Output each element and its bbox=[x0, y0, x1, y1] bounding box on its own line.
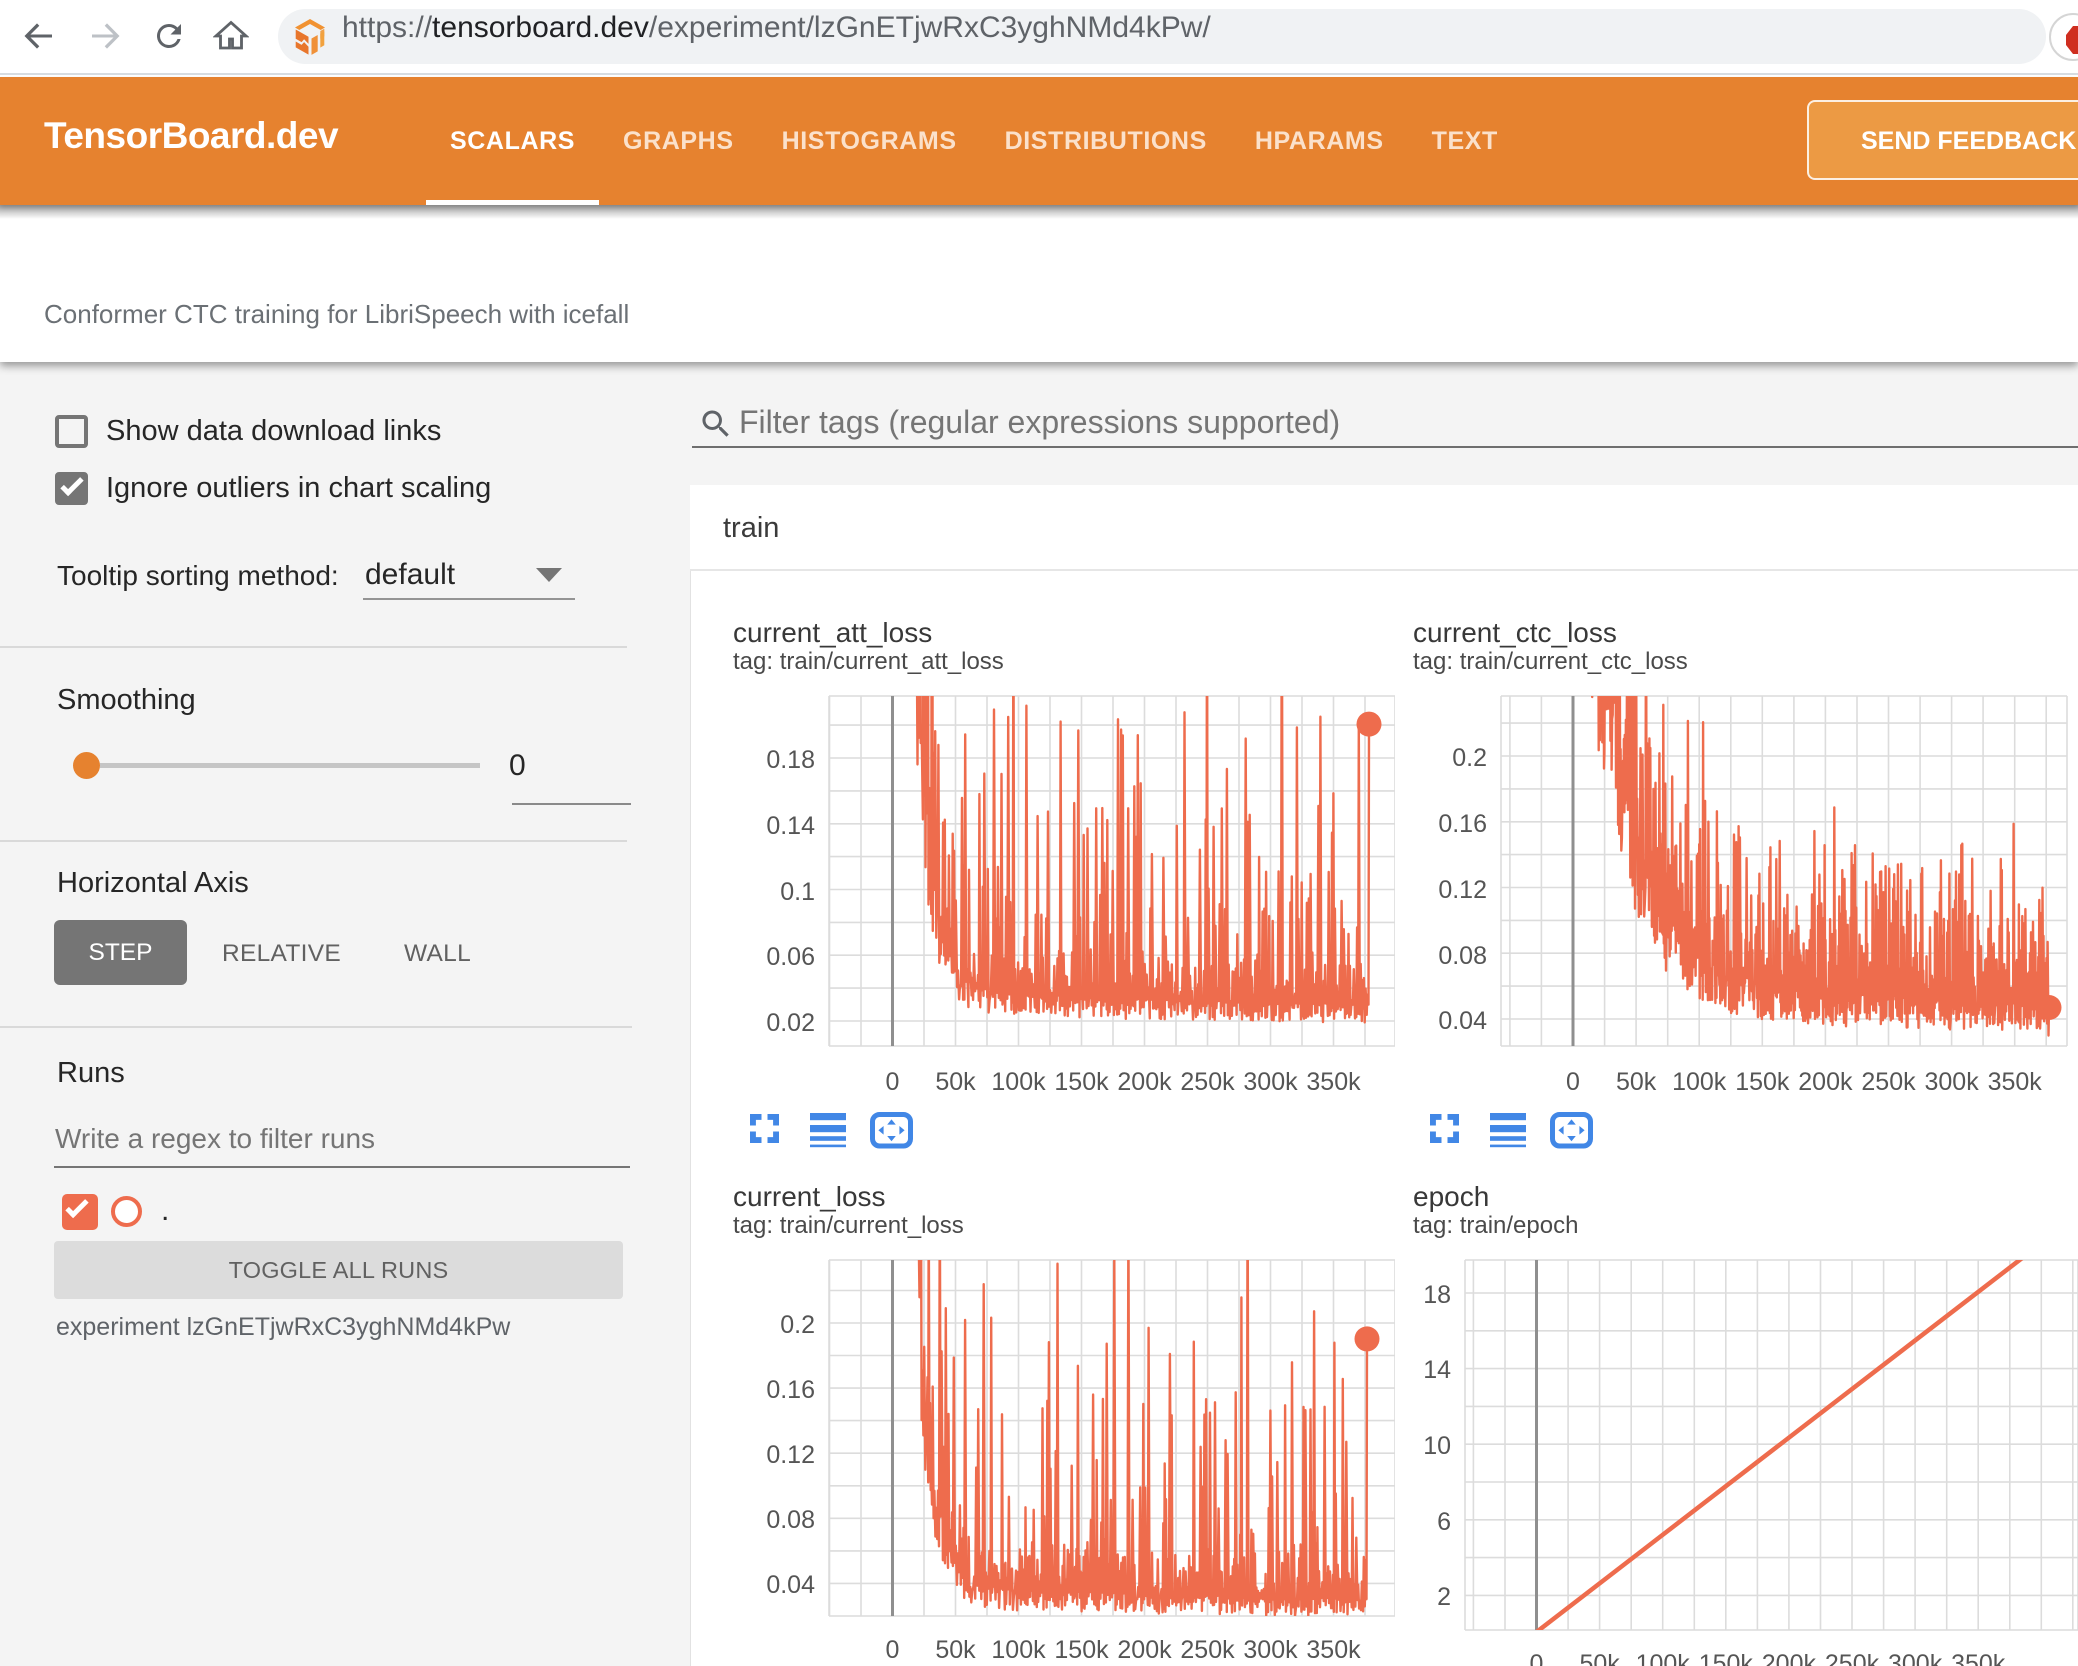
svg-text:150k: 150k bbox=[1054, 1068, 1109, 1096]
svg-text:0.16: 0.16 bbox=[1438, 810, 1487, 838]
svg-text:0.1: 0.1 bbox=[780, 878, 815, 906]
svg-text:0.12: 0.12 bbox=[1438, 876, 1487, 904]
svg-text:0.2: 0.2 bbox=[1452, 744, 1487, 772]
svg-text:50k: 50k bbox=[935, 1636, 976, 1664]
svg-text:0.08: 0.08 bbox=[1438, 942, 1487, 970]
svg-text:50k: 50k bbox=[1616, 1068, 1657, 1096]
svg-text:200k: 200k bbox=[1117, 1636, 1172, 1664]
svg-text:350k: 350k bbox=[1951, 1650, 2006, 1666]
svg-text:300k: 300k bbox=[1243, 1068, 1298, 1096]
svg-text:250k: 250k bbox=[1861, 1068, 1916, 1096]
svg-text:300k: 300k bbox=[1888, 1650, 1943, 1666]
svg-text:300k: 300k bbox=[1243, 1636, 1298, 1664]
svg-text:200k: 200k bbox=[1117, 1068, 1172, 1096]
svg-text:150k: 150k bbox=[1699, 1650, 1754, 1666]
svg-text:100k: 100k bbox=[991, 1636, 1046, 1664]
svg-text:2: 2 bbox=[1437, 1583, 1451, 1611]
svg-text:50k: 50k bbox=[935, 1068, 976, 1096]
svg-text:250k: 250k bbox=[1180, 1068, 1235, 1096]
svg-text:0.16: 0.16 bbox=[766, 1376, 815, 1404]
svg-text:150k: 150k bbox=[1735, 1068, 1790, 1096]
svg-text:0.04: 0.04 bbox=[766, 1571, 815, 1599]
svg-text:200k: 200k bbox=[1762, 1650, 1817, 1666]
svg-text:100k: 100k bbox=[1636, 1650, 1691, 1666]
svg-text:100k: 100k bbox=[991, 1068, 1046, 1096]
svg-text:0.06: 0.06 bbox=[766, 943, 815, 971]
svg-text:0.02: 0.02 bbox=[766, 1009, 815, 1037]
svg-text:0.18: 0.18 bbox=[766, 746, 815, 774]
svg-text:10: 10 bbox=[1423, 1432, 1451, 1460]
svg-text:0: 0 bbox=[1530, 1650, 1544, 1666]
svg-text:0: 0 bbox=[886, 1636, 900, 1664]
svg-text:0.12: 0.12 bbox=[766, 1441, 815, 1469]
svg-text:250k: 250k bbox=[1825, 1650, 1880, 1666]
svg-text:14: 14 bbox=[1423, 1356, 1451, 1384]
svg-text:0.2: 0.2 bbox=[780, 1311, 815, 1339]
svg-text:350k: 350k bbox=[1306, 1636, 1361, 1664]
svg-text:300k: 300k bbox=[1924, 1068, 1979, 1096]
svg-text:350k: 350k bbox=[1306, 1068, 1361, 1096]
svg-text:0: 0 bbox=[886, 1068, 900, 1096]
svg-text:0: 0 bbox=[1566, 1068, 1580, 1096]
svg-text:200k: 200k bbox=[1798, 1068, 1853, 1096]
svg-text:0.08: 0.08 bbox=[766, 1506, 815, 1534]
svg-text:0.04: 0.04 bbox=[1438, 1007, 1487, 1035]
svg-text:50k: 50k bbox=[1579, 1650, 1620, 1666]
svg-text:0.14: 0.14 bbox=[766, 812, 815, 840]
svg-text:6: 6 bbox=[1437, 1508, 1451, 1536]
svg-text:250k: 250k bbox=[1180, 1636, 1235, 1664]
svg-text:150k: 150k bbox=[1054, 1636, 1109, 1664]
svg-text:350k: 350k bbox=[1988, 1068, 2043, 1096]
svg-text:18: 18 bbox=[1423, 1281, 1451, 1309]
svg-text:100k: 100k bbox=[1672, 1068, 1727, 1096]
